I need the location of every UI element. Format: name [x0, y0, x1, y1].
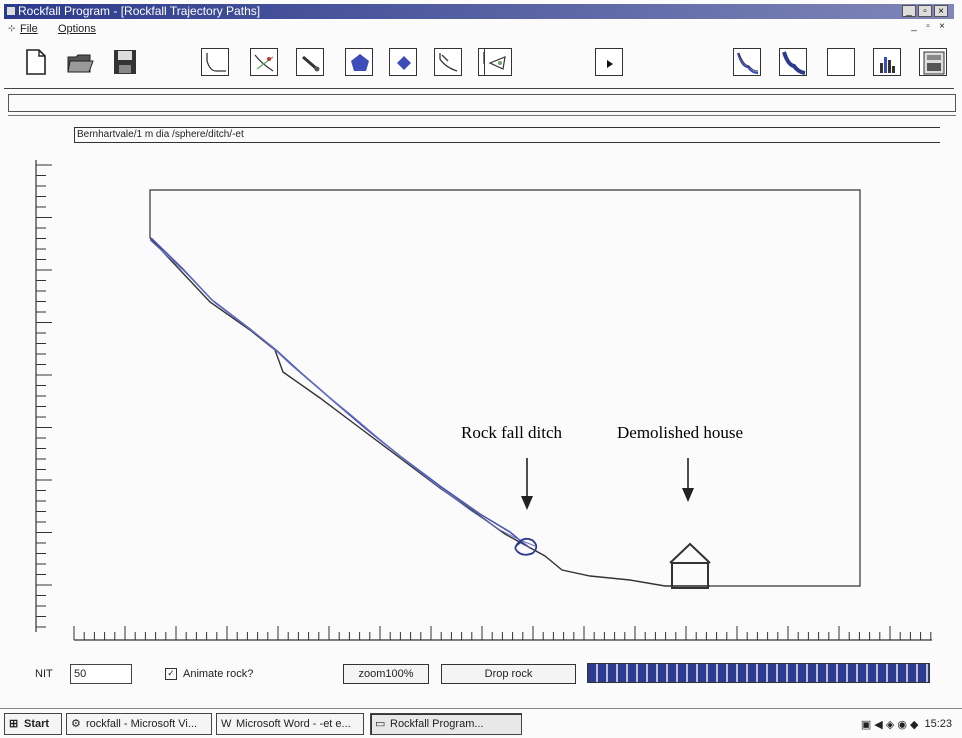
taskbar: ⊞ Start ⚙ rockfall - Microsoft Vi... W M… [0, 708, 962, 738]
house-annotation: Demolished house [617, 423, 743, 442]
windows-logo-icon: ⊞ [9, 718, 19, 730]
task-word[interactable]: W Microsoft Word - -et e... [216, 713, 364, 735]
progress-fill [588, 664, 929, 682]
clock: 15:23 [924, 718, 952, 730]
niter-input[interactable]: 50 [70, 664, 132, 684]
niter-label: NIT [35, 668, 53, 680]
checkbox-icon[interactable]: ✓ [165, 668, 177, 680]
task-vb-label: rockfall - Microsoft Vi... [86, 718, 198, 730]
ditch-arrow [521, 458, 533, 510]
animate-rock-label: Animate rock? [183, 668, 254, 680]
rock-trajectory [150, 237, 531, 549]
rock-trajectory-2 [149, 239, 536, 547]
word-icon: W [221, 718, 232, 730]
start-button[interactable]: ⊞ Start [4, 713, 62, 735]
house-symbol [669, 542, 711, 589]
task-vb[interactable]: ⚙ rockfall - Microsoft Vi... [66, 713, 212, 735]
slope-profile [149, 237, 710, 587]
system-tray: ▣ ◀ ◈ ◉ ◆ 15:23 [861, 713, 952, 735]
control-bar: NIT 50 ✓ Animate rock? zoom100% Drop roc… [0, 655, 962, 695]
task-rockfall[interactable]: ▭ Rockfall Program... [370, 713, 522, 735]
task-rockfall-label: Rockfall Program... [390, 718, 484, 730]
start-label: Start [24, 718, 50, 730]
slope-drawing: Rock fall ditch Demolished house [35, 160, 932, 641]
house-arrow [682, 458, 694, 502]
animate-rock-checkbox[interactable]: ✓ Animate rock? [165, 668, 253, 680]
task-word-label: Microsoft Word - -et e... [236, 718, 351, 730]
drop-rock-button[interactable]: Drop rock [441, 664, 576, 684]
slope-boundary [149, 189, 861, 587]
vb-icon: ⚙ [71, 718, 81, 730]
program-icon: ▭ [375, 718, 386, 730]
simulation-progress [587, 663, 930, 683]
horizontal-scale [73, 626, 932, 641]
ditch-annotation: Rock fall ditch [461, 423, 563, 442]
vertical-scale [35, 160, 52, 632]
tray-icons[interactable]: ▣ ◀ ◈ ◉ ◆ [861, 718, 919, 731]
zoom-button[interactable]: zoom100% [343, 664, 429, 684]
